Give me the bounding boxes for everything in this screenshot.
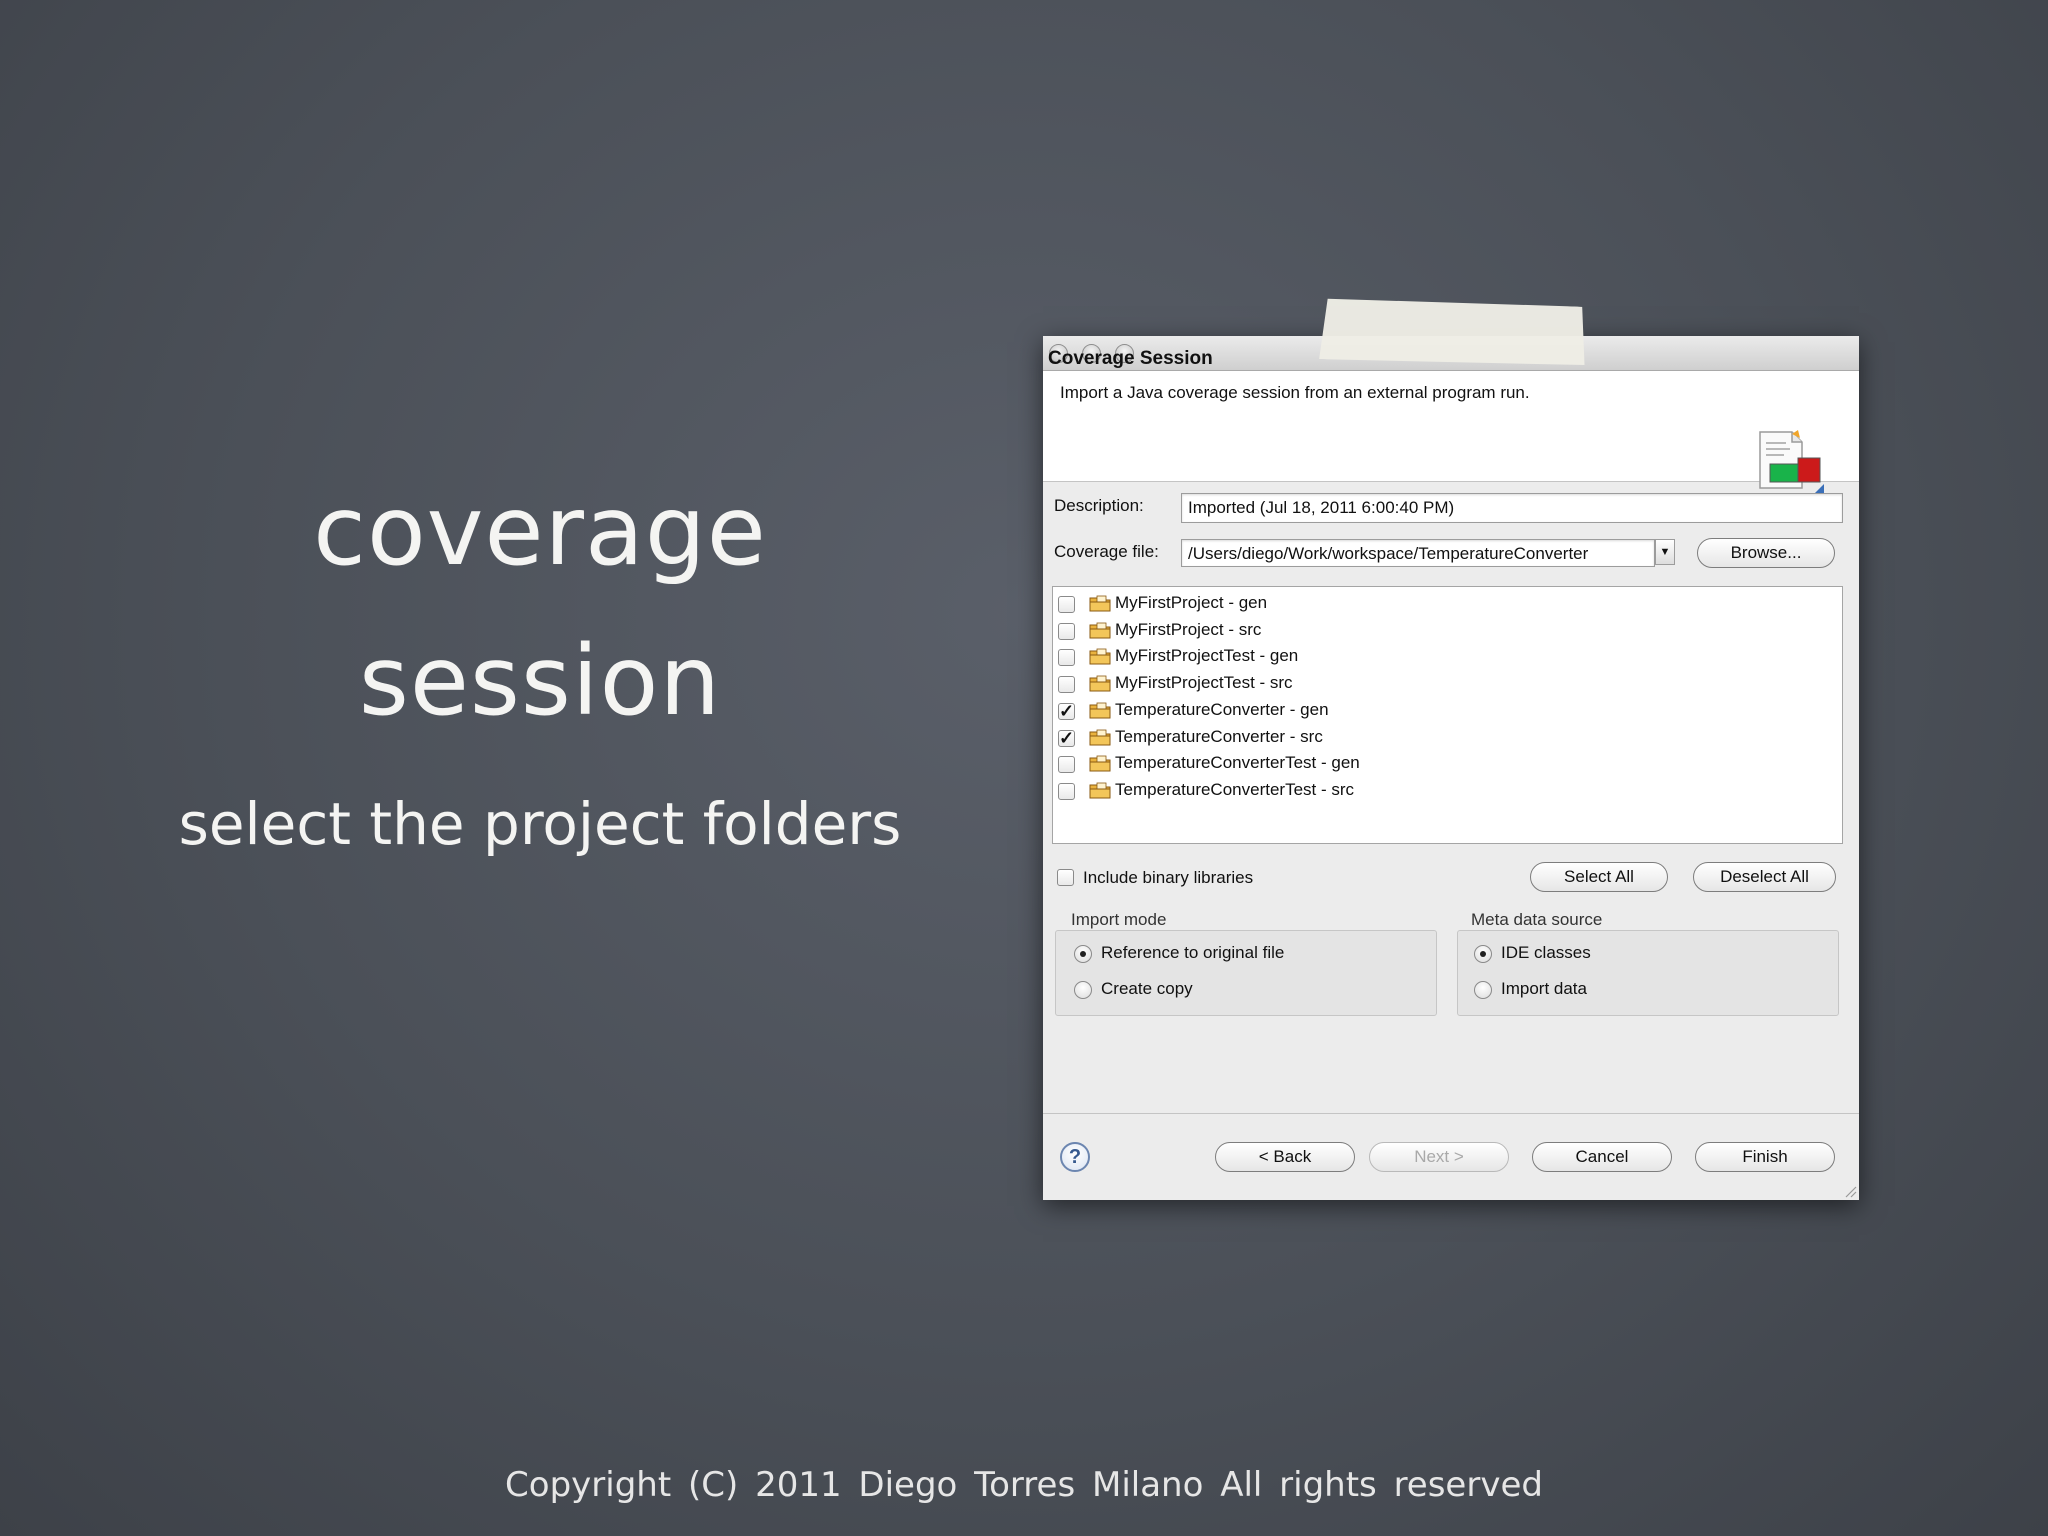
coverage-wizard-icon (1759, 430, 1824, 494)
folder-checkbox[interactable]: ✓ (1058, 729, 1075, 747)
slide-subtitle: select the project folders (178, 790, 902, 858)
folder-checkbox[interactable] (1058, 622, 1075, 640)
include-binary-checkbox[interactable] (1057, 869, 1074, 886)
radio-create-copy-label: Create copy (1101, 979, 1193, 998)
folder-label: TemperatureConverter - src (1115, 726, 1323, 746)
folder-checkbox[interactable]: ✓ (1058, 702, 1075, 720)
back-button[interactable]: < Back (1215, 1142, 1355, 1172)
list-item[interactable]: MyFirstProject - src (1053, 618, 1833, 645)
coverage-file-label: Coverage file: (1054, 542, 1159, 561)
finish-button[interactable]: Finish (1695, 1142, 1835, 1172)
include-binary-label: Include binary libraries (1083, 868, 1254, 887)
package-folder-icon (1089, 702, 1111, 719)
cancel-button[interactable]: Cancel (1532, 1142, 1672, 1172)
wizard-description: Import a Java coverage session from an e… (1060, 383, 1530, 402)
import-mode-label: Import mode (1071, 910, 1167, 929)
folder-checkbox[interactable] (1058, 649, 1075, 667)
list-item[interactable]: MyFirstProjectTest - gen (1053, 644, 1833, 671)
folder-checkbox[interactable] (1058, 596, 1075, 613)
package-folder-icon (1089, 675, 1111, 692)
list-item[interactable]: MyFirstProject - gen (1053, 591, 1833, 618)
list-item[interactable]: ✓ TemperatureConverter - src (1053, 725, 1833, 752)
package-folder-icon (1089, 755, 1111, 772)
footer-separator (1043, 1113, 1859, 1114)
folder-checkbox[interactable] (1058, 756, 1075, 774)
folder-checkbox[interactable] (1058, 782, 1075, 800)
copyright-footer: Copyright (C) 2011 Diego Torres Milano A… (505, 1465, 1543, 1505)
folder-checkbox[interactable] (1058, 676, 1075, 694)
package-folder-icon (1089, 622, 1111, 639)
folder-label: TemperatureConverter - gen (1115, 699, 1329, 719)
coverage-file-combo[interactable]: /Users/diego/Work/workspace/TemperatureC… (1181, 539, 1655, 567)
radio-create-copy[interactable] (1074, 981, 1092, 999)
coverage-session-dialog: Coverage Session Import a Java coverage … (1043, 336, 1859, 1200)
description-field[interactable]: Imported (Jul 18, 2011 6:00:40 PM) (1181, 493, 1843, 523)
browse-button[interactable]: Browse... (1697, 538, 1835, 568)
list-item[interactable]: MyFirstProjectTest - src (1053, 671, 1833, 698)
list-item[interactable]: ✓ TemperatureConverter - gen (1053, 698, 1833, 725)
radio-ide-classes-label: IDE classes (1501, 943, 1591, 962)
folder-label: MyFirstProject - gen (1115, 593, 1268, 612)
package-folder-icon (1089, 595, 1111, 612)
project-folders-list: MyFirstProject - gen MyFirstProject - src… (1052, 586, 1843, 844)
resize-grip-icon[interactable] (1843, 1184, 1857, 1198)
meta-source-label: Meta data source (1471, 910, 1603, 929)
combo-dropdown-arrow-icon[interactable]: ▼ (1655, 539, 1675, 565)
package-folder-icon (1089, 729, 1111, 745)
select-all-button[interactable]: Select All (1530, 862, 1668, 892)
wizard-title: Coverage Session (1048, 348, 1213, 369)
radio-import-data-label: Import data (1501, 979, 1587, 998)
slide-title-line1: coverage (313, 475, 767, 587)
slide-title-line2: session (358, 625, 722, 737)
next-button: Next > (1369, 1142, 1509, 1172)
description-label: Description: (1054, 496, 1144, 515)
deselect-all-button[interactable]: Deselect All (1693, 862, 1836, 892)
folder-label: MyFirstProject - src (1115, 619, 1262, 639)
radio-reference-original[interactable] (1074, 945, 1092, 963)
package-folder-icon (1089, 782, 1111, 799)
folder-label: TemperatureConverterTest - gen (1115, 753, 1360, 773)
list-item[interactable]: TemperatureConverterTest - src (1053, 778, 1833, 805)
question-mark-icon[interactable]: ? (1060, 1142, 1090, 1172)
folder-label: MyFirstProjectTest - src (1115, 673, 1293, 693)
folder-label: TemperatureConverterTest - src (1115, 779, 1355, 799)
radio-reference-original-label: Reference to original file (1101, 943, 1285, 962)
list-item[interactable]: TemperatureConverterTest - gen (1053, 751, 1833, 778)
radio-import-data[interactable] (1474, 981, 1492, 999)
radio-ide-classes[interactable] (1474, 945, 1492, 963)
folder-label: MyFirstProjectTest - gen (1115, 646, 1299, 666)
package-folder-icon (1089, 648, 1111, 665)
